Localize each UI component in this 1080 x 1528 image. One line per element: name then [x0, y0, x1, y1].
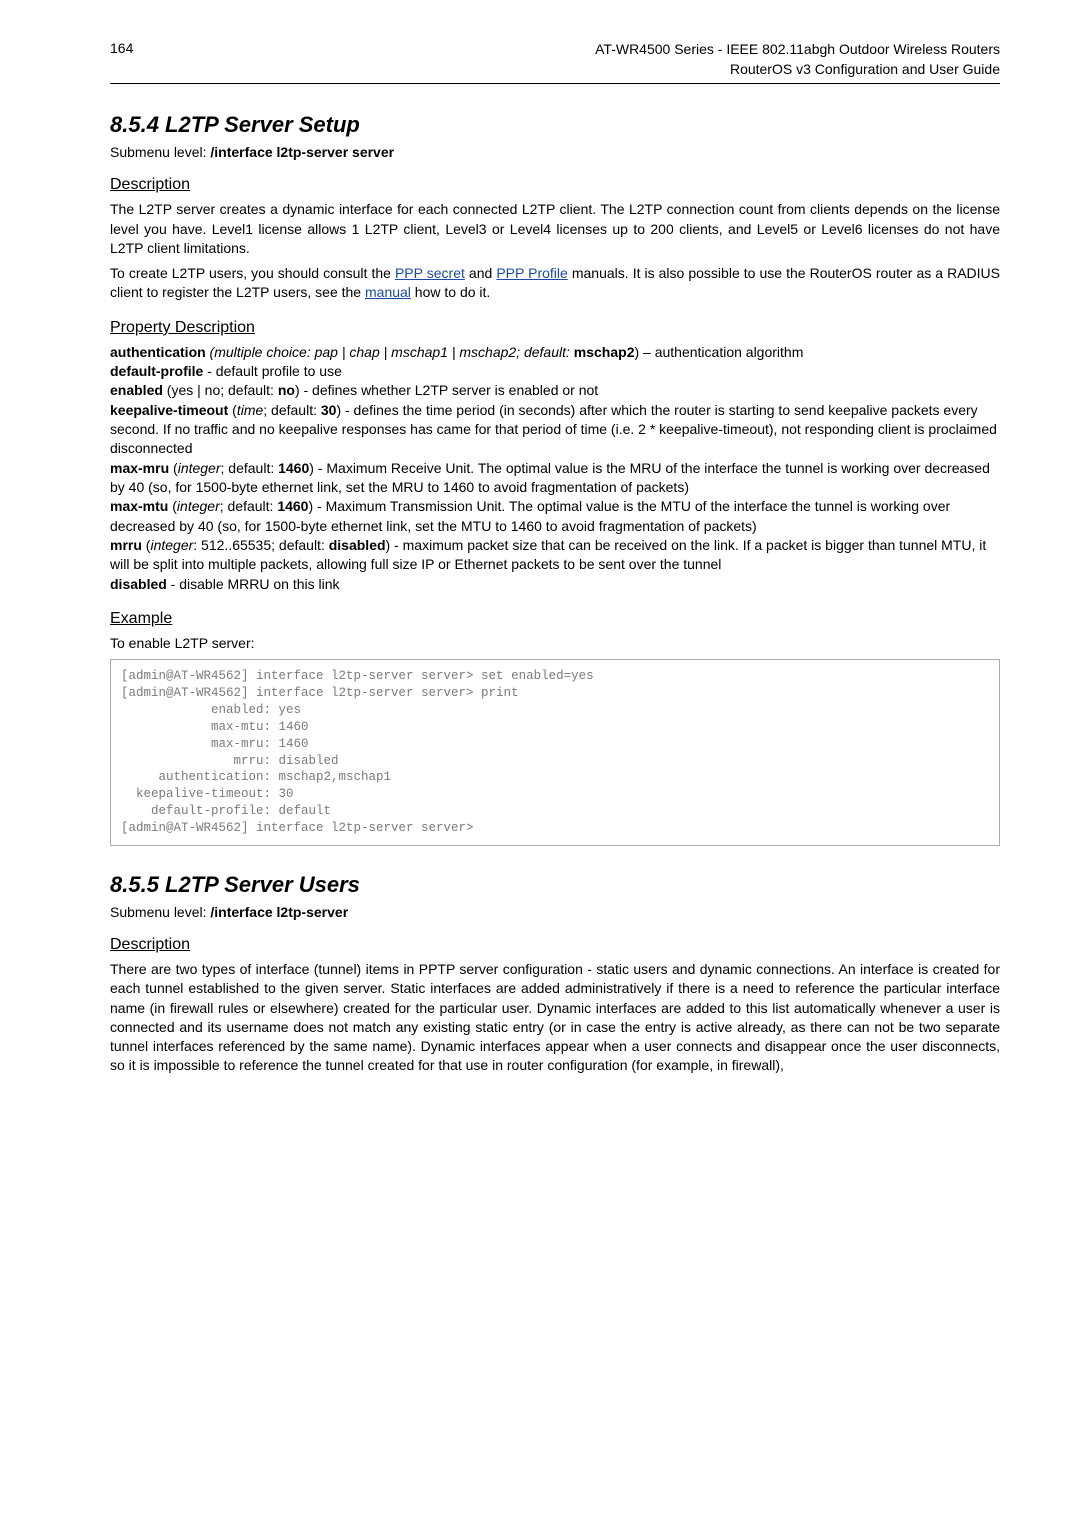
code-block-854: [admin@AT-WR4562] interface l2tp-server …: [110, 659, 1000, 846]
section-855-title: 8.5.5 L2TP Server Users: [110, 872, 1000, 898]
prop-keepalive-label: keepalive-timeout: [110, 402, 228, 418]
desc-854-p2: To create L2TP users, you should consult…: [110, 264, 1000, 303]
prop-enabled: enabled (yes | no; default: no) - define…: [110, 381, 1000, 400]
section-854-title: 8.5.4 L2TP Server Setup: [110, 112, 1000, 138]
description-heading-854: Description: [110, 176, 1000, 194]
prop-maxmtu: max-mtu (integer; default: 1460) - Maxim…: [110, 497, 1000, 536]
link-manual[interactable]: manual: [365, 284, 411, 300]
example-intro-854: To enable L2TP server:: [110, 634, 1000, 653]
example-heading-854: Example: [110, 610, 1000, 628]
prop-enabled-default: no: [278, 382, 295, 398]
prop-enabled-desc-a: (yes | no; default:: [163, 382, 278, 398]
submenu-855-prefix: Submenu level:: [110, 904, 210, 920]
prop-maxmru-label: max-mru: [110, 460, 169, 476]
submenu-855-value: /interface l2tp-server: [210, 904, 348, 920]
prop-maxmru: max-mru (integer; default: 1460) - Maxim…: [110, 459, 1000, 498]
header-rule: [110, 83, 1000, 84]
prop-mrru-label: mrru: [110, 537, 142, 553]
desc-854-p1: The L2TP server creates a dynamic interf…: [110, 200, 1000, 258]
prop-auth-label: authentication: [110, 344, 206, 360]
prop-auth-default: mschap2: [574, 344, 635, 360]
prop-mrru-desc-a: (integer: 512..65535; default:: [142, 537, 329, 553]
prop-enabled-desc-b: ) - defines whether L2TP server is enabl…: [295, 382, 598, 398]
prop-keepalive-default: 30: [321, 402, 337, 418]
prop-disabled: disabled - disable MRRU on this link: [110, 575, 1000, 594]
prop-auth-desc: (multiple choice: pap | chap | mschap1 |…: [206, 344, 574, 360]
desc-855-p1: There are two types of interface (tunnel…: [110, 960, 1000, 1076]
header-line-2: RouterOS v3 Configuration and User Guide: [730, 61, 1000, 77]
prop-defprof-label: default-profile: [110, 363, 203, 379]
header-right: AT-WR4500 Series - IEEE 802.11abgh Outdo…: [595, 40, 1000, 79]
header-line-1: AT-WR4500 Series - IEEE 802.11abgh Outdo…: [595, 41, 1000, 57]
submenu-855: Submenu level: /interface l2tp-server: [110, 904, 1000, 920]
desc-854-p2a: To create L2TP users, you should consult…: [110, 265, 395, 281]
prop-enabled-label: enabled: [110, 382, 163, 398]
property-heading-854: Property Description: [110, 319, 1000, 337]
prop-auth-tail: ) – authentication algorithm: [634, 344, 803, 360]
prop-defprof-desc: - default profile to use: [203, 363, 342, 379]
submenu-854-value: /interface l2tp-server server: [210, 144, 394, 160]
prop-maxmtu-label: max-mtu: [110, 498, 168, 514]
prop-maxmtu-desc-a: (integer; default:: [168, 498, 277, 514]
desc-854-p2d: how to do it.: [411, 284, 490, 300]
prop-disabled-label: disabled: [110, 576, 167, 592]
prop-authentication: authentication (multiple choice: pap | c…: [110, 343, 1000, 362]
link-ppp-secret[interactable]: PPP secret: [395, 265, 465, 281]
prop-mrru-default: disabled: [329, 537, 386, 553]
prop-keepalive: keepalive-timeout (time; default: 30) - …: [110, 401, 1000, 459]
prop-disabled-desc: - disable MRRU on this link: [167, 576, 340, 592]
prop-maxmru-default: 1460: [278, 460, 309, 476]
prop-keepalive-desc-a: (time; default:: [228, 402, 321, 418]
link-ppp-profile[interactable]: PPP Profile: [496, 265, 567, 281]
prop-mrru: mrru (integer: 512..65535; default: disa…: [110, 536, 1000, 575]
page-number: 164: [110, 40, 133, 56]
prop-maxmru-desc-a: (integer; default:: [169, 460, 278, 476]
prop-default-profile: default-profile - default profile to use: [110, 362, 1000, 381]
description-heading-855: Description: [110, 936, 1000, 954]
submenu-854-prefix: Submenu level:: [110, 144, 210, 160]
prop-maxmtu-default: 1460: [277, 498, 308, 514]
desc-854-p2b: and: [465, 265, 496, 281]
submenu-854: Submenu level: /interface l2tp-server se…: [110, 144, 1000, 160]
